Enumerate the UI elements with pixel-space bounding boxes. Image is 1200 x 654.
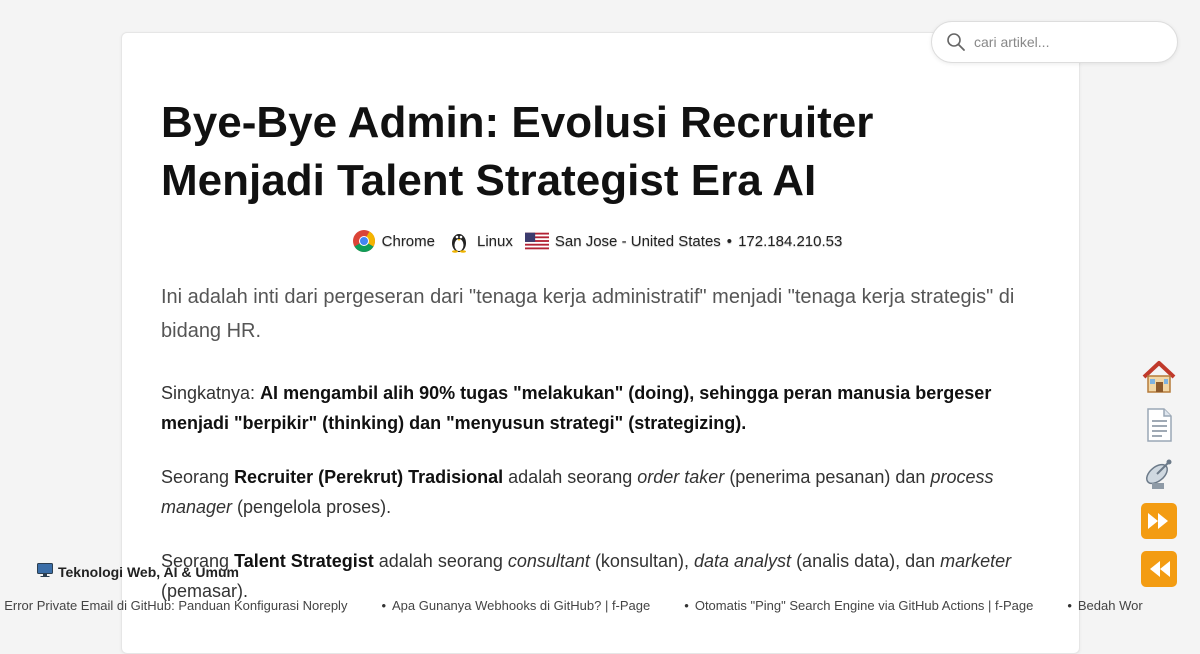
italic-term: marketer <box>940 551 1012 571</box>
os-label: Linux <box>477 232 513 250</box>
linux-penguin-icon <box>447 229 471 253</box>
floating-nav <box>1139 357 1181 589</box>
text-segment: (penerima pesanan) dan <box>724 467 931 487</box>
italic-term: data analyst <box>693 551 792 571</box>
ticker-item-title: Otomatis "Ping" Search Engine via GitHub… <box>694 598 1034 613</box>
text-segment: Seorang <box>161 467 235 487</box>
search-input[interactable] <box>972 33 1166 51</box>
page-button[interactable] <box>1139 405 1179 445</box>
article-title: Bye-Bye Admin: Evolusi Recruiter Menjadi… <box>161 98 874 205</box>
ticker-item[interactable]: asi Error Private Email di GitHub: Pandu… <box>0 598 347 613</box>
location-label: San Jose - United States <box>554 232 721 250</box>
desktop-computer-icon <box>37 563 53 580</box>
fast-forward-icon <box>1141 503 1177 539</box>
article-paragraph-recruiter: Seorang Recruiter (Perekrut) Tradisional… <box>161 462 1041 522</box>
visitor-meta: Chrome Linux San Jose - United States • … <box>0 229 1200 253</box>
summary-bold: AI mengambil alih 90% tugas "melakukan" … <box>161 383 992 433</box>
ticker-item[interactable]: • Otomatis "Ping" Search Engine via GitHu… <box>684 598 1033 613</box>
home-button[interactable] <box>1139 357 1179 397</box>
chrome-icon <box>352 229 376 253</box>
page-icon <box>1147 408 1172 442</box>
text-segment: adalah seorang <box>373 551 508 571</box>
bold-term: Recruiter (Perekrut) Tradisional <box>234 467 504 487</box>
text-segment: (pengelola proses). <box>232 497 392 517</box>
house-icon <box>1142 361 1176 393</box>
ticker-item-title: asi Error Private Email di GitHub: Pandu… <box>0 598 348 613</box>
rewind-icon <box>1141 551 1177 587</box>
browser-label: Chrome <box>381 232 435 250</box>
ip-address: 172.184.210.53 <box>738 232 843 250</box>
text-segment: (analis data), dan <box>791 551 941 571</box>
related-posts-ticker: asi Error Private Email di GitHub: Pandu… <box>0 596 1200 616</box>
italic-term: consultant <box>507 551 590 571</box>
satellite-icon <box>1146 459 1172 489</box>
category-label[interactable]: Teknologi Web, AI & Umum <box>37 563 239 580</box>
ticker-bullet: • <box>684 598 689 613</box>
summary-prefix: Singkatnya: <box>161 383 261 403</box>
us-flag-icon <box>524 229 549 253</box>
italic-term: order taker <box>637 467 725 487</box>
ticker-item-title: Apa Gunanya Webhooks di GitHub? | f-Page <box>392 598 651 613</box>
search-icon <box>947 33 965 51</box>
ticker-item-title: Bedah Wor <box>1077 598 1143 613</box>
next-button[interactable] <box>1139 501 1179 541</box>
ticker-bullet: • <box>1067 598 1072 613</box>
ticker-bullet: • <box>381 598 387 613</box>
meta-separator: • <box>726 232 733 250</box>
ticker-item[interactable]: • Bedah Wor <box>1067 598 1142 613</box>
category-text: Teknologi Web, AI & Umum <box>58 563 239 580</box>
feed-button[interactable] <box>1139 453 1179 493</box>
search-box[interactable] <box>931 21 1178 63</box>
bold-term: Talent Strategist <box>234 551 374 571</box>
article-lead: Ini adalah inti dari pergeseran dari "te… <box>161 286 1015 342</box>
ticker-item[interactable]: • Apa Gunanya Webhooks di GitHub? | f-Pag… <box>381 598 650 613</box>
previous-button[interactable] <box>1139 549 1179 589</box>
text-segment: (konsultan), <box>589 551 694 571</box>
text-segment: adalah seorang <box>503 467 638 487</box>
article-paragraph-summary: Singkatnya: AI mengambil alih 90% tugas … <box>161 378 1041 438</box>
